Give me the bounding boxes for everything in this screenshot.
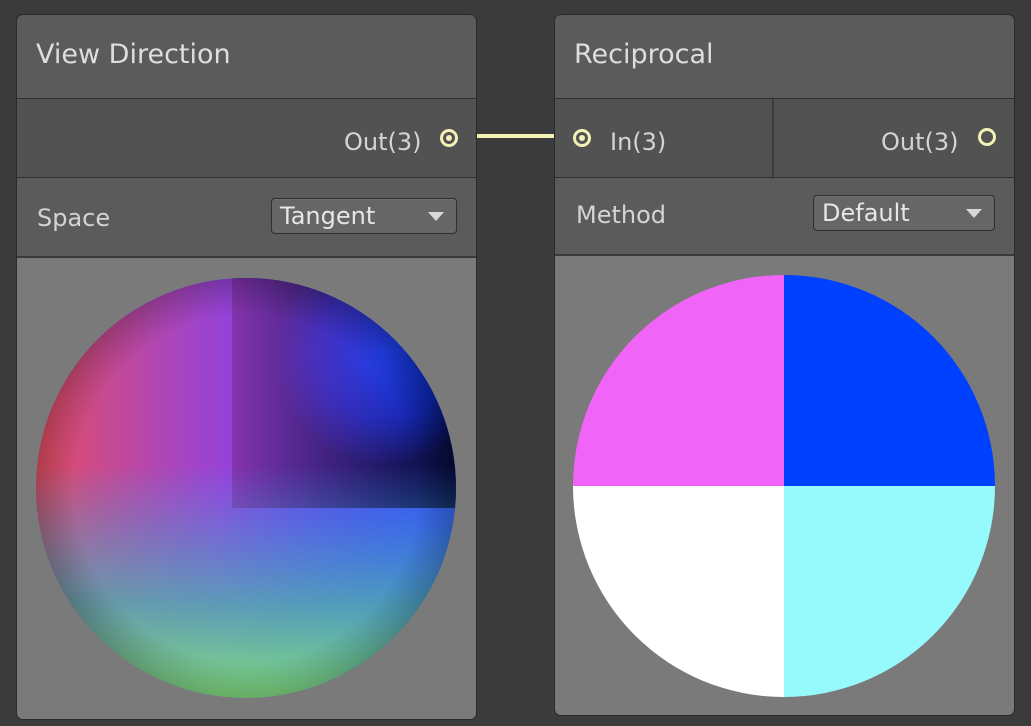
output-port-label: Out(3): [881, 128, 959, 156]
node-title: Reciprocal: [574, 39, 714, 70]
space-label: Space: [37, 204, 111, 232]
method-dropdown-value: Default: [822, 199, 910, 227]
quadrant-bottom-right: [784, 486, 995, 697]
reciprocal-node[interactable]: Reciprocal In(3) Out(3) Method Default: [555, 15, 1014, 715]
node-title: View Direction: [36, 39, 231, 70]
port-divider: [772, 99, 774, 177]
caret-down-icon: [428, 212, 444, 221]
port-row: In(3) Out(3): [555, 99, 1014, 178]
caret-down-icon: [966, 209, 982, 218]
preview-area: [555, 256, 1014, 715]
port-row: Out(3): [17, 99, 476, 178]
space-dropdown[interactable]: Tangent: [271, 198, 457, 234]
input-port-label: In(3): [610, 128, 667, 156]
space-dropdown-value: Tangent: [280, 202, 376, 230]
output-port-icon[interactable]: [978, 128, 996, 146]
output-port-icon[interactable]: [440, 129, 458, 147]
settings-row: Method Default: [555, 178, 1014, 256]
preview-area: [17, 258, 476, 719]
view-direction-node[interactable]: View Direction Out(3) Space Tangent: [17, 15, 476, 719]
node-title-bar[interactable]: View Direction: [17, 15, 476, 99]
node-title-bar[interactable]: Reciprocal: [555, 15, 1014, 99]
shader-graph-canvas[interactable]: View Direction Out(3) Space Tangent Reci…: [0, 0, 1031, 726]
settings-row: Space Tangent: [17, 178, 476, 258]
method-dropdown[interactable]: Default: [813, 195, 995, 231]
input-port-icon[interactable]: [573, 129, 591, 147]
quadrant-top-right: [784, 275, 995, 486]
quadrant-top-left: [573, 275, 784, 486]
view-direction-preview: [36, 278, 456, 698]
output-port-label: Out(3): [344, 128, 422, 156]
method-label: Method: [576, 201, 667, 229]
reciprocal-preview: [573, 275, 995, 697]
quadrant-bottom-left: [573, 486, 784, 697]
